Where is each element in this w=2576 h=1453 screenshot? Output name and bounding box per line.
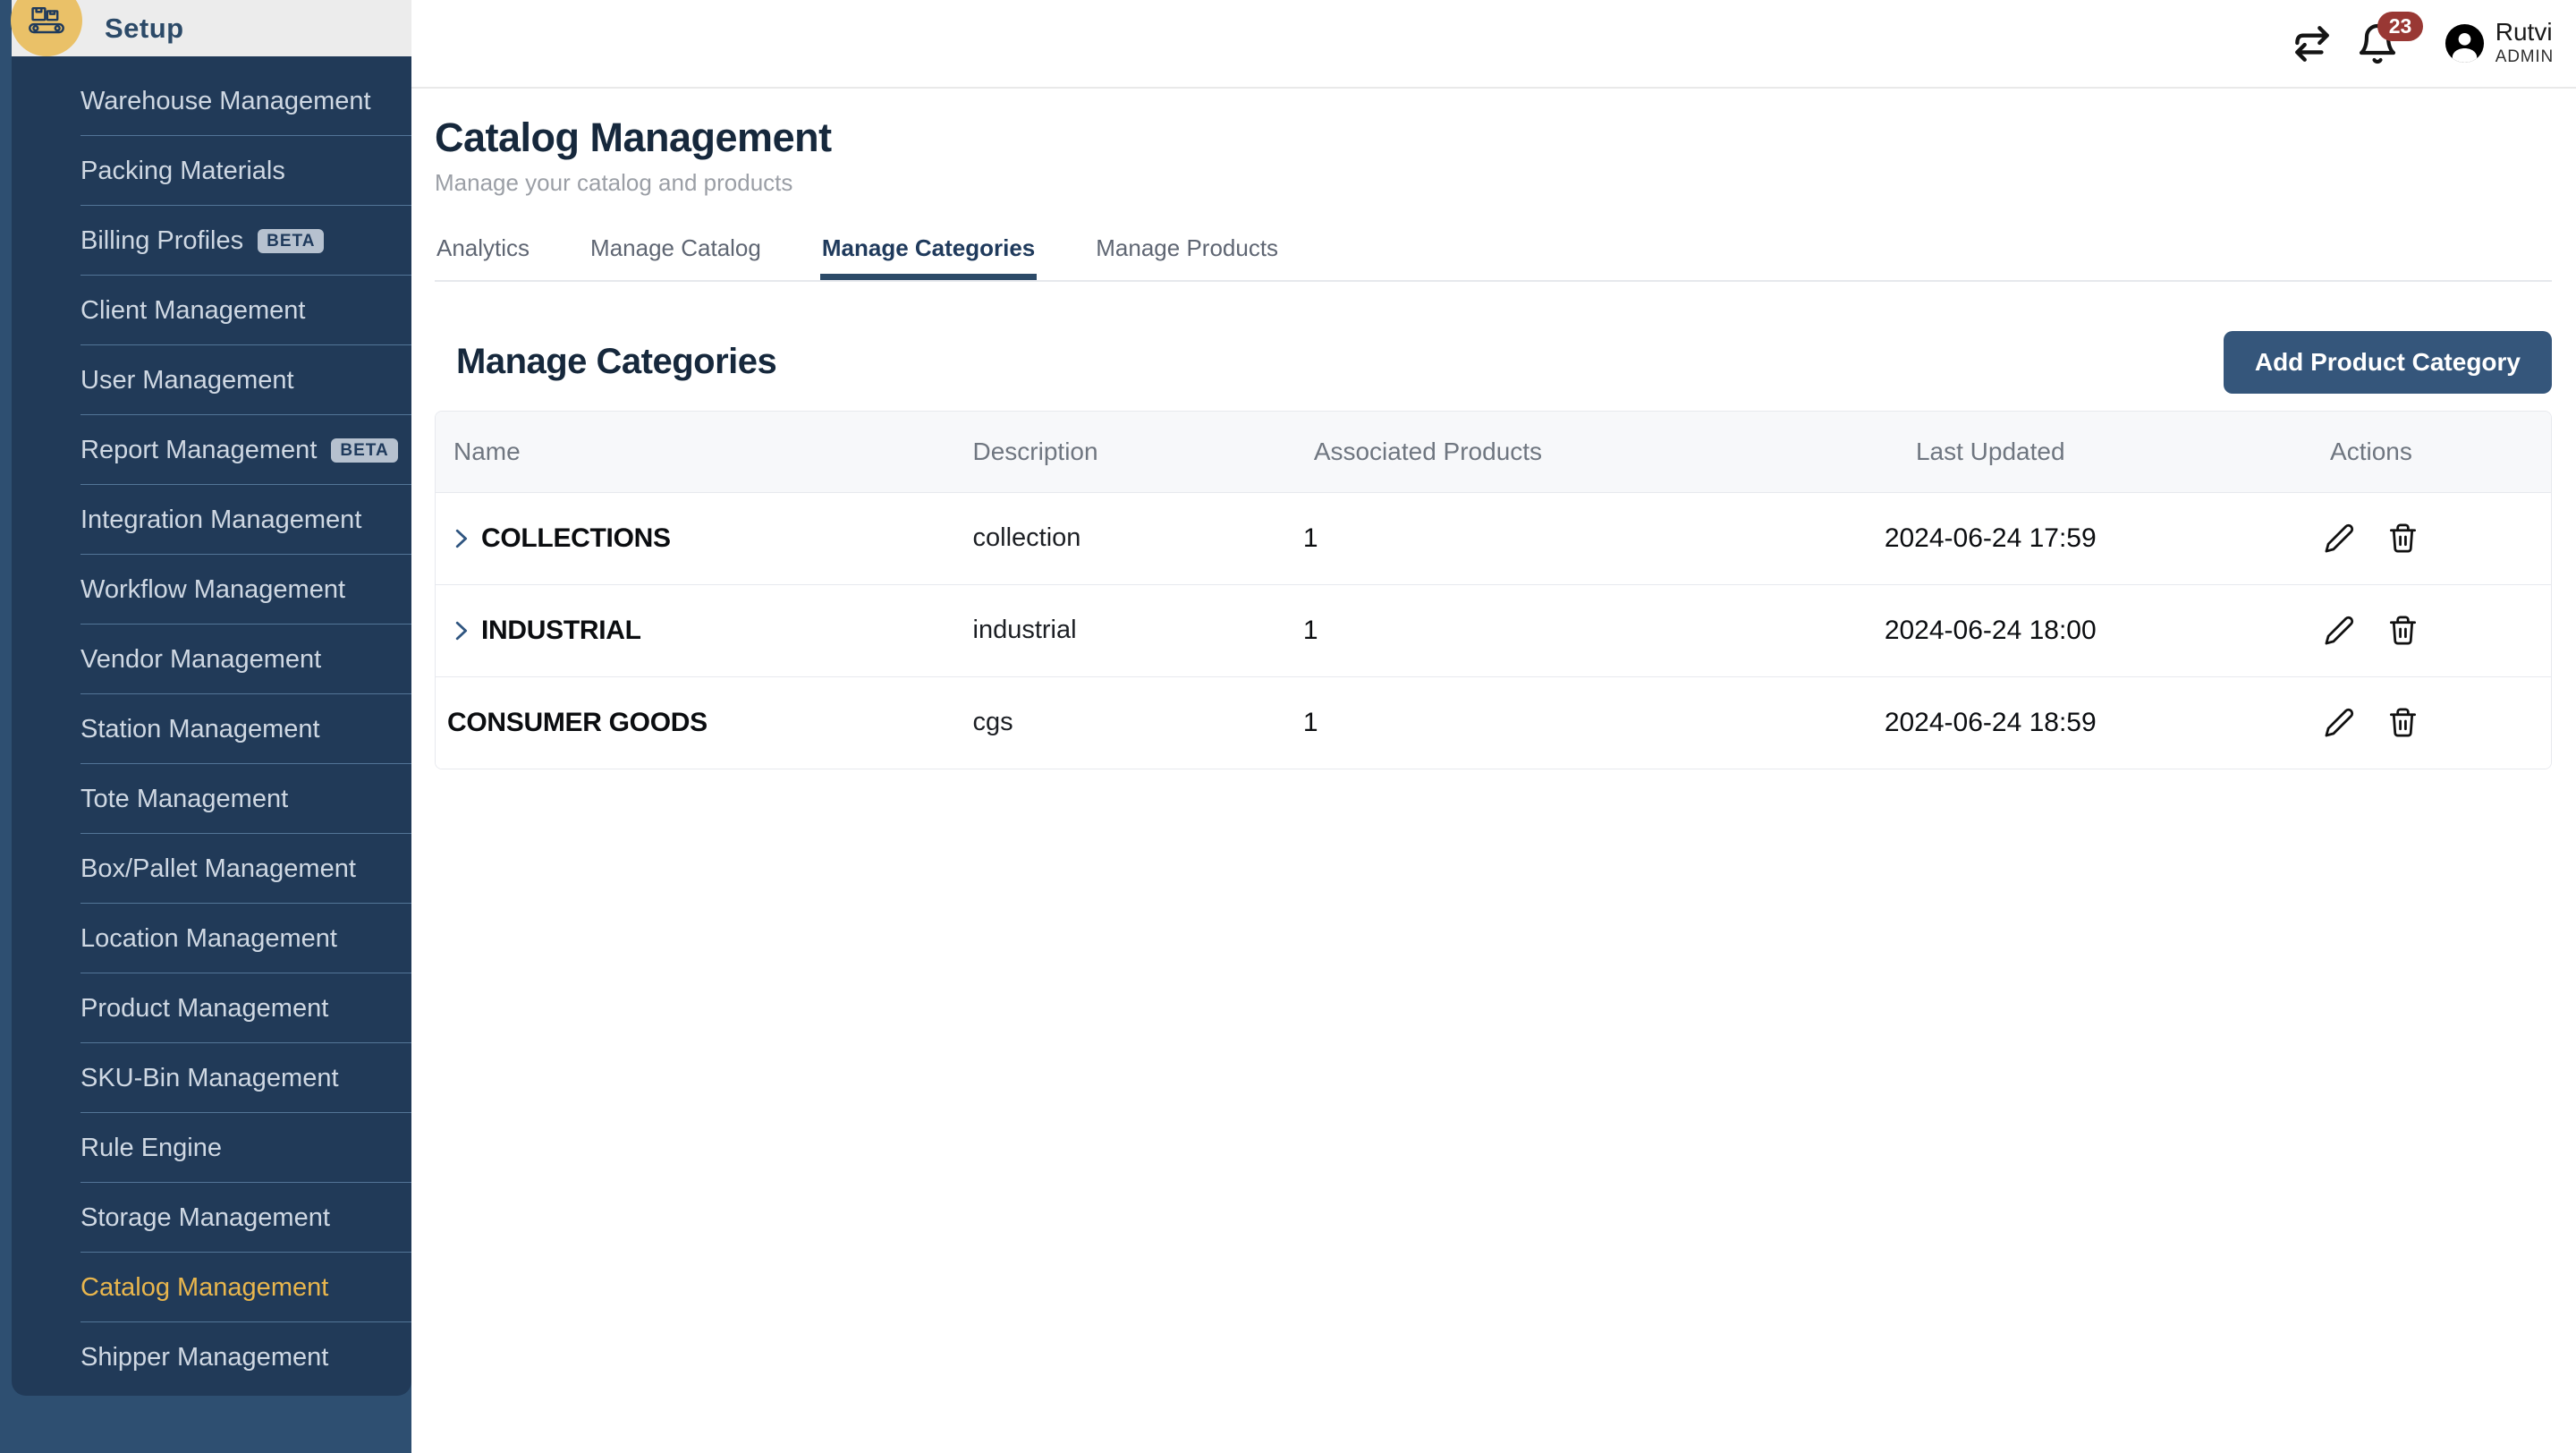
notifications-bell-icon[interactable]: 23 bbox=[2356, 11, 2424, 65]
sidebar-item-user-management[interactable]: User Management bbox=[12, 345, 411, 415]
sidebar-item-storage-management[interactable]: Storage Management bbox=[12, 1183, 411, 1253]
tab-bar: Analytics Manage Catalog Manage Categori… bbox=[435, 234, 2552, 282]
edit-pencil-icon[interactable] bbox=[2324, 615, 2355, 646]
sidebar-item-box-pallet-management[interactable]: Box/Pallet Management bbox=[12, 834, 411, 904]
associated-products-count: 1 bbox=[1302, 615, 1318, 645]
sidebar-item-client-management[interactable]: Client Management bbox=[12, 276, 411, 345]
last-updated: 2024-06-24 18:00 bbox=[1884, 615, 2097, 645]
column-header-last-updated: Last Updated bbox=[1915, 437, 2065, 465]
sidebar-item-integration-management[interactable]: Integration Management bbox=[12, 485, 411, 555]
table-row: COLLECTIONS collection 1 2024-06-24 17:5… bbox=[436, 491, 2551, 584]
section-title: Manage Categories bbox=[456, 342, 777, 381]
sidebar-item-product-management[interactable]: Product Management bbox=[12, 973, 411, 1043]
sidebar-item-catalog-management[interactable]: Catalog Management bbox=[12, 1253, 411, 1322]
app-root: Setup Warehouse Management Packing Mater… bbox=[0, 0, 2576, 1453]
last-updated: 2024-06-24 18:59 bbox=[1884, 707, 2097, 737]
user-name: Rutvi bbox=[2495, 17, 2553, 46]
table-row: INDUSTRIAL industrial 1 2024-06-24 18:00 bbox=[436, 583, 2551, 676]
table-header-row: Name Description Associated Products Las… bbox=[436, 411, 2551, 492]
delete-trash-icon[interactable] bbox=[2387, 523, 2419, 554]
sidebar-item-packing-materials[interactable]: Packing Materials bbox=[12, 136, 411, 206]
column-header-associated-products: Associated Products bbox=[1313, 437, 1543, 465]
tab-manage-categories[interactable]: Manage Categories bbox=[820, 234, 1037, 280]
notification-count-badge: 23 bbox=[2377, 11, 2424, 42]
sidebar-item-vendor-management[interactable]: Vendor Management bbox=[12, 625, 411, 694]
associated-products-count: 1 bbox=[1302, 523, 1318, 553]
last-updated: 2024-06-24 17:59 bbox=[1884, 523, 2097, 553]
add-product-category-button[interactable]: Add Product Category bbox=[2223, 330, 2552, 394]
sidebar-nav: Warehouse Management Packing Materials B… bbox=[12, 56, 411, 1396]
section-header: Manage Categories Add Product Category bbox=[435, 330, 2552, 394]
user-menu[interactable]: Rutvi ADMIN bbox=[2444, 17, 2554, 68]
sidebar-item-location-management[interactable]: Location Management bbox=[12, 904, 411, 973]
page-subtitle: Manage your catalog and products bbox=[435, 168, 793, 196]
tab-manage-catalog[interactable]: Manage Catalog bbox=[589, 234, 763, 280]
delete-trash-icon[interactable] bbox=[2387, 615, 2419, 646]
beta-badge: BETA bbox=[258, 228, 325, 253]
sidebar-item-rule-engine[interactable]: Rule Engine bbox=[12, 1113, 411, 1183]
sidebar-item-report-management[interactable]: Report Management BETA bbox=[12, 415, 411, 485]
category-name: INDUSTRIAL bbox=[481, 615, 641, 645]
sidebar-item-warehouse-management[interactable]: Warehouse Management bbox=[12, 66, 411, 136]
switch-arrows-icon[interactable] bbox=[2290, 23, 2334, 64]
categories-table: Name Description Associated Products Las… bbox=[435, 410, 2552, 769]
edit-pencil-icon[interactable] bbox=[2324, 523, 2355, 554]
category-name: CONSUMER GOODS bbox=[447, 707, 708, 737]
associated-products-count: 1 bbox=[1302, 707, 1318, 737]
tab-manage-products[interactable]: Manage Products bbox=[1094, 234, 1280, 280]
sidebar-item-shipper-management[interactable]: Shipper Management bbox=[12, 1322, 411, 1392]
main-area: 23 Rutvi ADMIN Catalog Management Manage… bbox=[411, 0, 2576, 1453]
category-description: industrial bbox=[972, 616, 1077, 644]
user-role: ADMIN bbox=[2495, 47, 2554, 66]
avatar-icon bbox=[2444, 22, 2486, 64]
page-title: Catalog Management bbox=[435, 115, 832, 160]
category-description: cgs bbox=[972, 708, 1013, 736]
sidebar: Setup Warehouse Management Packing Mater… bbox=[0, 0, 411, 1453]
table-row: CONSUMER GOODS cgs 1 2024-06-24 18:59 bbox=[436, 676, 2551, 769]
sidebar-item-billing-profiles[interactable]: Billing Profiles BETA bbox=[12, 206, 411, 276]
tab-analytics[interactable]: Analytics bbox=[435, 234, 531, 280]
beta-badge: BETA bbox=[331, 438, 398, 463]
delete-trash-icon[interactable] bbox=[2387, 707, 2419, 738]
sidebar-item-sku-bin-management[interactable]: SKU-Bin Management bbox=[12, 1043, 411, 1113]
user-text: Rutvi ADMIN bbox=[2495, 17, 2554, 68]
expand-chevron-icon[interactable] bbox=[447, 525, 474, 552]
column-header-actions: Actions bbox=[2330, 437, 2412, 465]
category-description: collection bbox=[972, 523, 1081, 552]
expand-chevron-icon[interactable] bbox=[447, 617, 474, 644]
page-content: Catalog Management Manage your catalog a… bbox=[411, 89, 2576, 1453]
column-header-description: Description bbox=[972, 437, 1098, 465]
edit-pencil-icon[interactable] bbox=[2324, 707, 2355, 738]
topbar: 23 Rutvi ADMIN bbox=[411, 0, 2576, 89]
sidebar-item-tote-management[interactable]: Tote Management bbox=[12, 764, 411, 834]
column-header-name: Name bbox=[453, 437, 521, 465]
sidebar-item-station-management[interactable]: Station Management bbox=[12, 694, 411, 764]
category-name: COLLECTIONS bbox=[481, 523, 671, 553]
sidebar-item-workflow-management[interactable]: Workflow Management bbox=[12, 555, 411, 625]
